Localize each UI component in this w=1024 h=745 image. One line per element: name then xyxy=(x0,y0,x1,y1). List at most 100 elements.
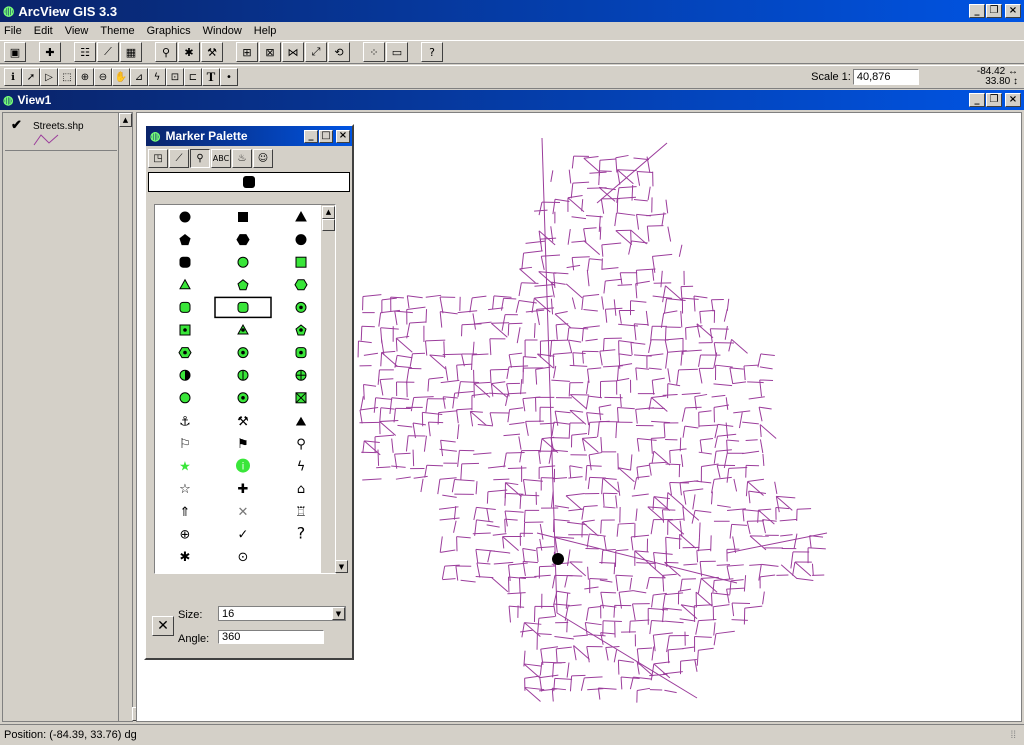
view-minimize-button[interactable]: _ xyxy=(969,93,985,107)
marker-14-2[interactable]: ? xyxy=(297,523,306,542)
grid-scroll-thumb[interactable] xyxy=(322,218,335,231)
marker-10-1[interactable]: ⚑ xyxy=(237,437,249,452)
menu-help[interactable]: Help xyxy=(254,25,277,37)
marker-4-1[interactable] xyxy=(237,301,249,313)
marker-8-0[interactable] xyxy=(179,392,191,404)
zoom-selected-icon[interactable]: ⋈ xyxy=(282,42,304,62)
palette-close-button[interactable]: × xyxy=(336,129,350,143)
toc-scrollbar[interactable]: ▲ ▼ xyxy=(118,113,145,721)
marker-14-1[interactable]: ✓ xyxy=(238,527,249,542)
draw-point-icon[interactable]: • xyxy=(220,68,238,86)
close-button[interactable]: × xyxy=(1005,4,1021,18)
marker-11-1-glyph[interactable]: i xyxy=(242,462,245,473)
query-builder-icon[interactable]: ⚒ xyxy=(201,42,223,62)
placed-marker[interactable] xyxy=(552,553,564,565)
restore-button[interactable]: ❐ xyxy=(986,4,1002,18)
marker-7-0-half[interactable] xyxy=(185,370,190,381)
marker-0-0[interactable] xyxy=(179,211,191,223)
select-features-icon[interactable]: ⁘ xyxy=(363,42,385,62)
color-palette-tab-icon[interactable]: ♨ xyxy=(232,149,252,168)
pan-icon[interactable]: ✋ xyxy=(112,68,130,86)
marker-3-1[interactable] xyxy=(237,279,249,291)
minimize-button[interactable]: _ xyxy=(969,4,985,18)
angle-input[interactable]: 360 xyxy=(218,630,324,644)
vertex-edit-icon[interactable]: ▷ xyxy=(40,68,58,86)
marker-palette-tab-icon[interactable]: ⚲ xyxy=(190,149,210,168)
area-of-interest-icon[interactable]: ⊡ xyxy=(166,68,184,86)
palette-manager-tab-icon[interactable]: ☺ xyxy=(253,149,273,168)
view-close-button[interactable]: × xyxy=(1005,93,1021,107)
zoom-in-icon[interactable]: ⤢ xyxy=(305,42,327,62)
marker-2-0[interactable] xyxy=(179,256,191,268)
scale-input[interactable]: 40,876 xyxy=(852,69,919,85)
marker-5-0-center[interactable] xyxy=(183,328,187,332)
fill-palette-tab-icon[interactable]: ◳ xyxy=(148,149,168,168)
zoom-full-extent-icon[interactable]: ⊞ xyxy=(236,42,258,62)
marker-12-2[interactable]: ⌂ xyxy=(297,482,305,497)
marker-15-0[interactable]: ✱ xyxy=(180,550,191,565)
marker-14-0[interactable]: ⊕ xyxy=(180,527,191,542)
view-restore-button[interactable]: ❐ xyxy=(986,93,1002,107)
grid-scroll-down-icon[interactable]: ▼ xyxy=(335,560,348,573)
marker-2-2[interactable] xyxy=(295,256,307,268)
marker-13-0[interactable]: ⇑ xyxy=(180,505,191,520)
palette-maximize-button[interactable]: □ xyxy=(319,129,333,143)
hotlink-icon[interactable]: ϟ xyxy=(148,68,166,86)
help-icon[interactable]: ? xyxy=(421,42,443,62)
marker-6-2-center[interactable] xyxy=(299,350,303,355)
zoom-previous-icon[interactable]: ⟲ xyxy=(328,42,350,62)
find-icon[interactable]: ⚲ xyxy=(155,42,177,62)
theme-properties-icon[interactable]: ☷ xyxy=(74,42,96,62)
marker-9-1[interactable]: ⚒ xyxy=(237,414,249,429)
marker-5-1-center[interactable] xyxy=(241,328,245,332)
marker-10-2[interactable]: ⚲ xyxy=(296,437,306,452)
marker-15-1[interactable]: ⊙ xyxy=(238,550,249,565)
marker-3-2[interactable] xyxy=(294,279,308,291)
clear-selection-icon[interactable]: ▭ xyxy=(386,42,408,62)
menu-view[interactable]: View xyxy=(65,25,89,37)
zoom-active-themes-icon[interactable]: ⊠ xyxy=(259,42,281,62)
marker-13-2[interactable]: ♖ xyxy=(295,505,307,520)
remove-marker-icon[interactable]: ✕ xyxy=(152,616,174,636)
marker-5-2-center[interactable] xyxy=(299,328,303,332)
save-icon[interactable]: ▣ xyxy=(4,42,26,62)
menu-edit[interactable]: Edit xyxy=(34,25,53,37)
locate-address-icon[interactable]: ✱ xyxy=(178,42,200,62)
marker-0-1[interactable] xyxy=(238,212,248,222)
marker-10-0[interactable]: ⚐ xyxy=(179,437,191,452)
marker-9-0[interactable]: ⚓ xyxy=(179,414,191,429)
add-theme-icon[interactable]: ✚ xyxy=(39,42,61,62)
size-dropdown[interactable]: 16 ▼ xyxy=(218,606,346,621)
marker-1-2[interactable] xyxy=(295,234,307,246)
zoom-in-tool-icon[interactable]: ⊕ xyxy=(76,68,94,86)
marker-0-2[interactable] xyxy=(295,210,307,222)
marker-4-0[interactable] xyxy=(179,301,191,313)
marker-grid-scrollbar[interactable]: ▲ ▼ xyxy=(321,205,348,573)
marker-8-1-center[interactable] xyxy=(241,396,245,400)
pen-palette-tab-icon[interactable]: ⟋ xyxy=(169,149,189,168)
marker-3-0[interactable] xyxy=(179,278,191,290)
marker-11-2[interactable]: ϟ xyxy=(297,460,306,475)
open-table-icon[interactable]: ▦ xyxy=(120,42,142,62)
font-palette-tab-icon[interactable]: ABC xyxy=(211,149,231,168)
measure-icon[interactable]: ⊿ xyxy=(130,68,148,86)
theme-visible-checkbox[interactable]: ✔ xyxy=(11,117,22,133)
zoom-out-tool-icon[interactable]: ⊖ xyxy=(94,68,112,86)
theme-entry[interactable]: ✔ Streets.shp xyxy=(5,115,117,151)
marker-4-2-center[interactable] xyxy=(299,305,303,310)
menu-file[interactable]: File xyxy=(4,25,22,37)
marker-11-0[interactable]: ★ xyxy=(179,460,191,475)
palette-minimize-button[interactable]: _ xyxy=(304,129,318,143)
marker-13-1[interactable]: ✕ xyxy=(238,505,249,520)
marker-1-1[interactable] xyxy=(236,234,250,246)
identify-icon[interactable]: ℹ xyxy=(4,68,22,86)
menu-window[interactable]: Window xyxy=(203,25,242,37)
edit-legend-icon[interactable]: ⟋ xyxy=(97,42,119,62)
menu-theme[interactable]: Theme xyxy=(100,25,134,37)
marker-9-2[interactable]: ⛰ xyxy=(296,414,307,429)
marker-12-0[interactable]: ☆ xyxy=(179,482,191,497)
text-icon[interactable]: T xyxy=(202,68,220,86)
scroll-up-icon[interactable]: ▲ xyxy=(119,113,132,127)
marker-6-0-center[interactable] xyxy=(183,350,187,355)
dropdown-arrow-icon[interactable]: ▼ xyxy=(332,607,345,620)
